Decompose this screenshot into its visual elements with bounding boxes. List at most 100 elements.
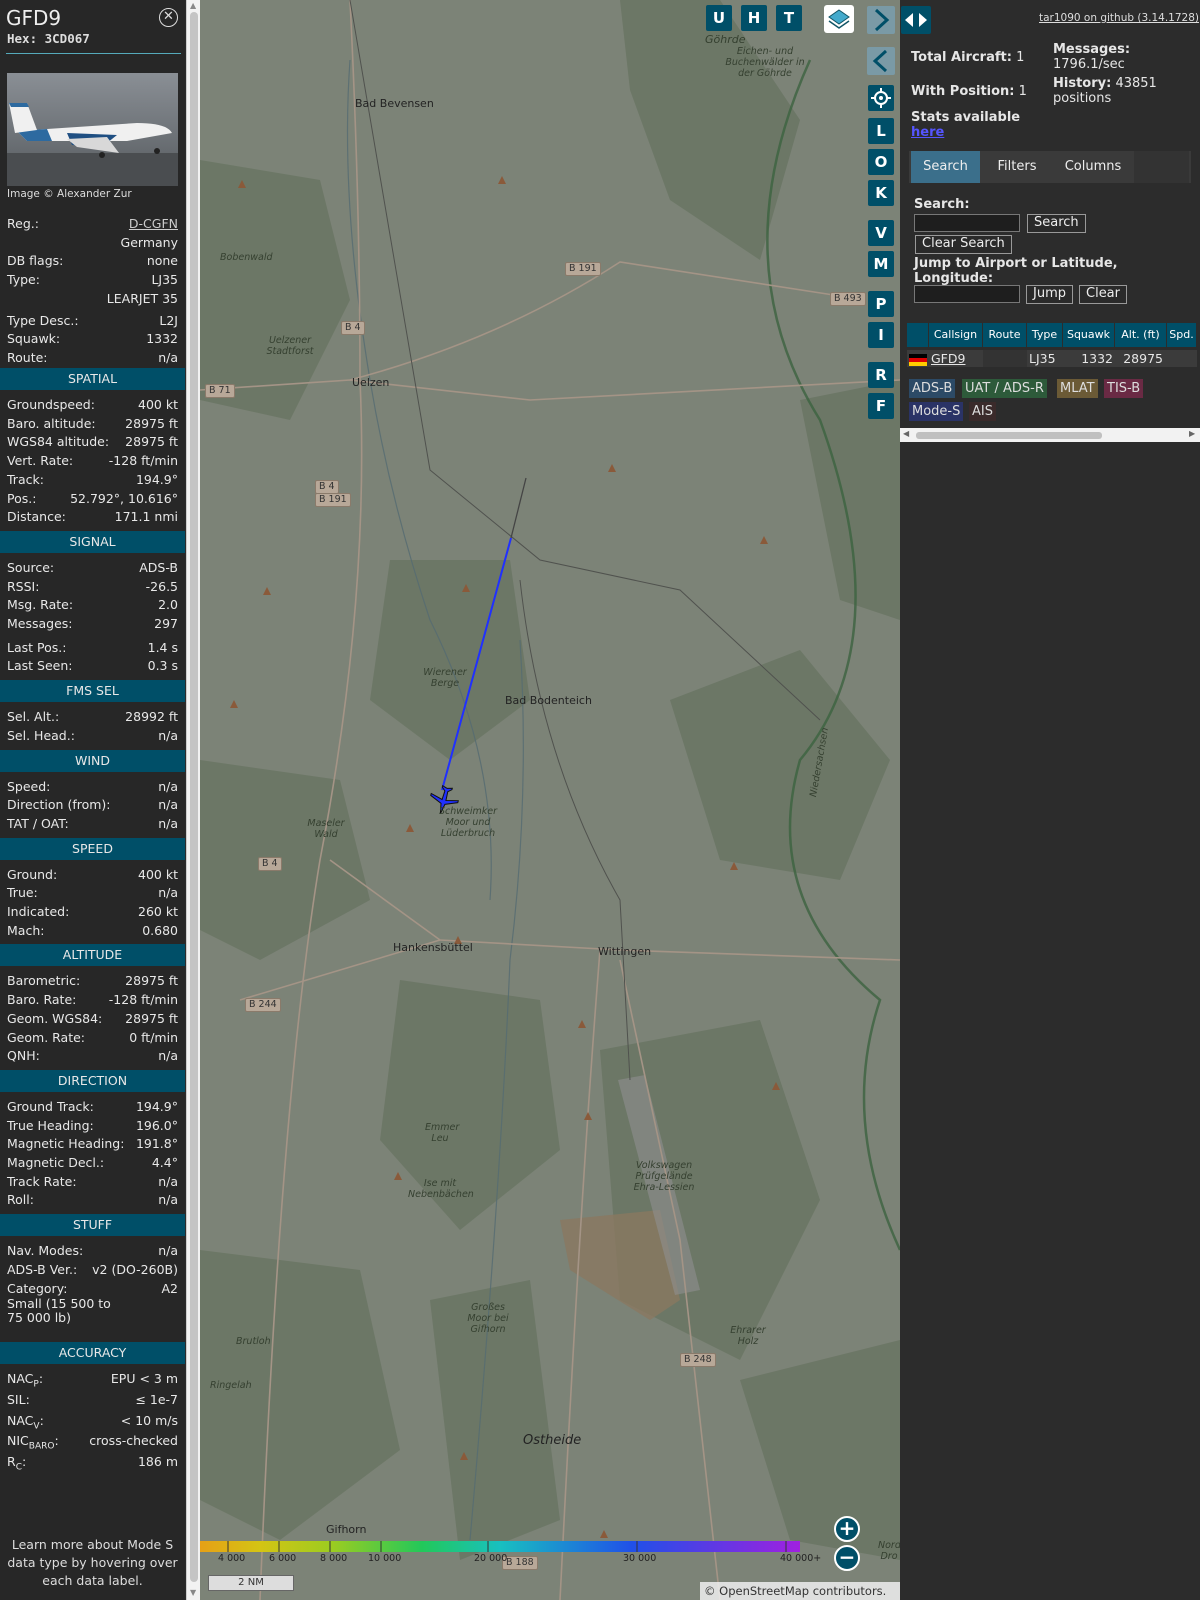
layers-icon[interactable] [824, 5, 854, 33]
info-row-label[interactable]: DB flags: [7, 251, 63, 270]
button-p[interactable]: P [868, 291, 894, 317]
info-row-label[interactable]: Msg. Rate: [7, 595, 73, 614]
tab-filters[interactable]: Filters [982, 151, 1052, 183]
source-chip-mlat[interactable]: MLAT [1057, 379, 1098, 398]
info-row-label[interactable]: Track Rate: [7, 1172, 77, 1191]
column-squawk[interactable]: Squawk [1063, 323, 1115, 347]
info-row-label[interactable]: Speed: [7, 777, 50, 796]
column-route[interactable]: Route [983, 323, 1027, 347]
info-row-label[interactable]: RC: [7, 1452, 26, 1478]
column-speed[interactable]: Spd. [1167, 323, 1197, 347]
info-row-label[interactable]: Track: [7, 470, 44, 489]
info-row-label[interactable]: Reg.: [7, 214, 39, 233]
info-row-label[interactable]: Baro. altitude: [7, 414, 96, 433]
info-row-label[interactable]: QNH: [7, 1046, 40, 1065]
info-row-label[interactable]: True: [7, 883, 38, 902]
info-row-value[interactable]: D-CGFN [129, 214, 178, 233]
info-row-label[interactable]: RSSI: [7, 577, 39, 596]
info-row-label[interactable]: Messages: [7, 614, 73, 633]
info-row: SIL: ≤ 1e-7 [7, 1390, 178, 1409]
info-row-label[interactable]: Last Seen: [7, 656, 72, 675]
button-v[interactable]: V [868, 220, 894, 246]
info-row-label[interactable]: Groundspeed: [7, 395, 95, 414]
source-chip-uat[interactable]: UAT / ADS-R [962, 379, 1047, 398]
info-row-label[interactable]: Roll: [7, 1190, 34, 1209]
info-row-label[interactable]: True Heading: [7, 1116, 94, 1135]
jump-button[interactable]: Jump [1026, 285, 1073, 304]
info-row-label[interactable]: Type: [7, 270, 40, 289]
column-type[interactable]: Type [1027, 323, 1063, 347]
chevron-right-icon[interactable] [867, 6, 895, 34]
chevron-left-icon[interactable] [867, 47, 895, 75]
button-l[interactable]: L [868, 118, 894, 144]
gear-icon[interactable] [868, 85, 894, 111]
info-row-label[interactable]: Nav. Modes: [7, 1241, 83, 1260]
expand-collapse-icon[interactable] [901, 6, 931, 34]
source-chip-adsb[interactable]: ADS-B [909, 379, 956, 398]
source-chip-modes[interactable]: Mode-S [909, 402, 964, 421]
row-callsign[interactable]: GFD9 [931, 350, 965, 367]
info-row-label[interactable]: Magnetic Heading: [7, 1134, 124, 1153]
search-button[interactable]: Search [1027, 214, 1086, 233]
road-badge: B 4 [315, 480, 339, 494]
table-row[interactable]: GFD9 LJ35 1332 28975 [907, 350, 1197, 367]
info-row-label[interactable]: Sel. Alt.: [7, 707, 59, 726]
info-row-label[interactable]: WGS84 altitude: [7, 432, 109, 451]
info-row-label[interactable]: Type Desc.: [7, 311, 79, 330]
map-view[interactable]: Bad Bevensen Uelzen Bad Bodenteich Hanke… [200, 0, 900, 1600]
jump-input[interactable] [914, 285, 1020, 303]
close-icon[interactable]: ✕ [159, 8, 178, 27]
button-o[interactable]: O [868, 149, 894, 175]
info-row-label[interactable]: Mach: [7, 921, 44, 940]
info-row-label[interactable]: Barometric: [7, 971, 80, 990]
info-row-label[interactable]: Sel. Head.: [7, 726, 75, 745]
button-t[interactable]: T [776, 5, 802, 31]
info-row-label[interactable]: Baro. Rate: [7, 990, 76, 1009]
info-row-label[interactable]: ADS-B Ver.: [7, 1260, 77, 1279]
zoom-out-button[interactable]: − [834, 1545, 860, 1571]
info-row-label[interactable]: Pos.: [7, 489, 36, 508]
button-u[interactable]: U [706, 5, 732, 31]
info-row-label[interactable]: Category: [7, 1279, 67, 1298]
info-row-label[interactable]: Route: [7, 348, 48, 367]
table-horizontal-scrollbar[interactable]: ◀ ▶ [900, 428, 1200, 442]
info-row-label[interactable]: Geom. WGS84: [7, 1009, 102, 1028]
search-input[interactable] [914, 214, 1020, 232]
info-row-label[interactable]: SIL: [7, 1390, 30, 1409]
info-row-label[interactable]: Vert. Rate: [7, 451, 73, 470]
info-row-label[interactable]: Ground Track: [7, 1097, 94, 1116]
tab-columns[interactable]: Columns [1054, 151, 1132, 183]
column-altitude[interactable]: Alt. (ft) [1115, 323, 1167, 347]
button-r[interactable]: R [868, 362, 894, 388]
info-row: Magnetic Heading: 191.8° [7, 1134, 178, 1153]
github-link[interactable]: tar1090 on github (3.14.1728) [1039, 12, 1199, 24]
info-row-label[interactable]: Indicated: [7, 902, 69, 921]
info-row-label[interactable]: Ground: [7, 865, 57, 884]
button-h[interactable]: H [741, 5, 767, 31]
button-m[interactable]: M [868, 251, 894, 277]
source-chip-ais[interactable]: AIS [969, 402, 996, 421]
info-row-value: 171.1 nmi [114, 509, 178, 525]
aircraft-photo[interactable] [7, 73, 178, 186]
info-row-label[interactable]: Distance: [7, 507, 66, 526]
clear-search-button[interactable]: Clear Search [915, 235, 1012, 254]
button-f[interactable]: F [868, 393, 894, 419]
info-panel-scrollbar[interactable]: ▲ ▼ [186, 0, 200, 1600]
column-callsign[interactable]: Callsign [929, 323, 983, 347]
source-chip-tisb[interactable]: TIS-B [1104, 379, 1144, 398]
stats-link[interactable]: here [911, 125, 944, 140]
zoom-in-button[interactable]: + [834, 1516, 860, 1542]
info-row-label[interactable]: Source: [7, 558, 54, 577]
clear-button[interactable]: Clear [1079, 285, 1127, 304]
button-i[interactable]: I [868, 322, 894, 348]
button-k[interactable]: K [868, 180, 894, 206]
info-row-label[interactable]: Magnetic Decl.: [7, 1153, 104, 1172]
info-row-label[interactable]: Squawk: [7, 329, 60, 348]
info-row-label[interactable]: TAT / OAT: [7, 814, 69, 833]
tab-search[interactable]: Search [911, 151, 980, 183]
map-attribution[interactable]: © OpenStreetMap contributors. [700, 1582, 900, 1600]
info-row-label[interactable]: Direction (from): [7, 795, 111, 814]
area-label: Nord Dro [878, 1540, 900, 1562]
info-row-label[interactable]: Geom. Rate: [7, 1028, 85, 1047]
info-row-label[interactable]: Last Pos.: [7, 638, 66, 657]
